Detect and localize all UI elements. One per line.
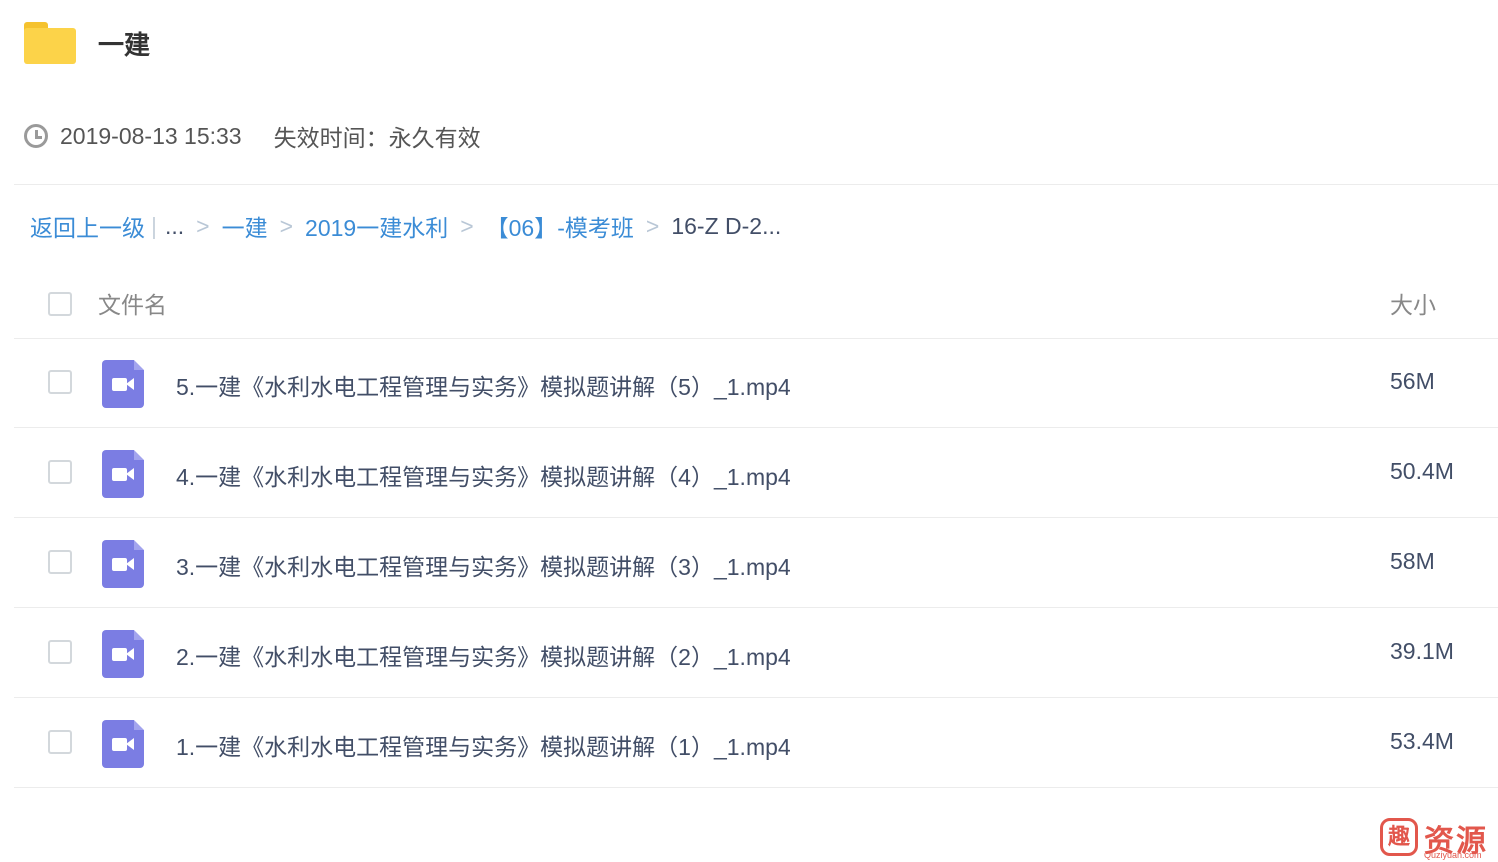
file-name[interactable]: 5.一建《水利水电工程管理与实务》模拟题讲解（5）_1.mp4 [176, 368, 791, 402]
watermark-logo: 趣 [1380, 818, 1418, 856]
video-file-icon [102, 630, 144, 678]
share-date: 2019-08-13 15:33 [60, 122, 242, 149]
file-row[interactable]: 4.一建《水利水电工程管理与实务》模拟题讲解（4）_1.mp4 50.4M [14, 428, 1498, 518]
file-size: 39.1M [1390, 638, 1454, 664]
clock-icon [24, 124, 48, 148]
file-list-header: 文件名 大小 [14, 268, 1498, 338]
video-file-icon [102, 450, 144, 498]
breadcrumb-separator: > [196, 212, 210, 239]
file-row[interactable]: 1.一建《水利水电工程管理与实务》模拟题讲解（1）_1.mp4 53.4M [14, 698, 1498, 788]
file-size: 50.4M [1390, 458, 1454, 484]
breadcrumb-current: 16-Z D-2... [671, 212, 782, 239]
folder-icon [24, 22, 76, 64]
breadcrumb: 返回上一级 | ... > 一建 > 2019一建水利 > 【06】-模考班 >… [30, 208, 781, 244]
file-size: 53.4M [1390, 728, 1454, 754]
file-size: 58M [1390, 548, 1435, 574]
breadcrumb-bar: | [151, 212, 157, 239]
file-checkbox[interactable] [48, 550, 72, 574]
breadcrumb-separator: > [460, 212, 474, 239]
select-all-checkbox[interactable] [48, 292, 72, 316]
video-file-icon [102, 720, 144, 768]
breadcrumb-ellipsis[interactable]: ... [165, 213, 184, 240]
breadcrumb-item-mokaoban[interactable]: 【06】-模考班 [486, 209, 634, 243]
file-row[interactable]: 3.一建《水利水电工程管理与实务》模拟题讲解（3）_1.mp4 58M [14, 518, 1498, 608]
file-checkbox[interactable] [48, 730, 72, 754]
file-size: 56M [1390, 368, 1435, 394]
divider [14, 787, 1498, 788]
file-name[interactable]: 4.一建《水利水电工程管理与实务》模拟题讲解（4）_1.mp4 [176, 458, 791, 492]
expire-value: 永久有效 [388, 125, 481, 151]
breadcrumb-separator: > [279, 212, 294, 239]
column-header-size[interactable]: 大小 [1390, 286, 1436, 320]
file-checkbox[interactable] [48, 370, 72, 394]
breadcrumb-item-2019-shuili[interactable]: 2019一建水利 [305, 209, 448, 243]
file-name[interactable]: 3.一建《水利水电工程管理与实务》模拟题讲解（3）_1.mp4 [176, 548, 791, 582]
breadcrumb-separator: > [645, 212, 660, 239]
file-name[interactable]: 1.一建《水利水电工程管理与实务》模拟题讲解（1）_1.mp4 [176, 728, 791, 762]
column-header-name[interactable]: 文件名 [98, 286, 167, 320]
file-name[interactable]: 2.一建《水利水电工程管理与实务》模拟题讲解（2）_1.mp4 [176, 638, 791, 672]
expire-label: 失效时间： [273, 125, 389, 151]
video-file-icon [102, 360, 144, 408]
breadcrumb-item-yijian[interactable]: 一建 [222, 209, 268, 243]
video-file-icon [102, 540, 144, 588]
divider [14, 184, 1498, 185]
file-checkbox[interactable] [48, 640, 72, 664]
folder-header: 一建 [24, 20, 150, 66]
share-meta: 2019-08-13 15:33 失效时间： 永久有效 [24, 120, 481, 152]
file-row[interactable]: 5.一建《水利水电工程管理与实务》模拟题讲解（5）_1.mp4 56M [14, 338, 1498, 428]
folder-title: 一建 [98, 29, 151, 60]
watermark: 趣 资源 Quziyuan.com [1380, 816, 1494, 860]
back-link[interactable]: 返回上一级 [30, 209, 145, 243]
watermark-subtext: Quziyuan.com [1424, 850, 1482, 860]
file-row[interactable]: 2.一建《水利水电工程管理与实务》模拟题讲解（2）_1.mp4 39.1M [14, 608, 1498, 698]
file-checkbox[interactable] [48, 460, 72, 484]
